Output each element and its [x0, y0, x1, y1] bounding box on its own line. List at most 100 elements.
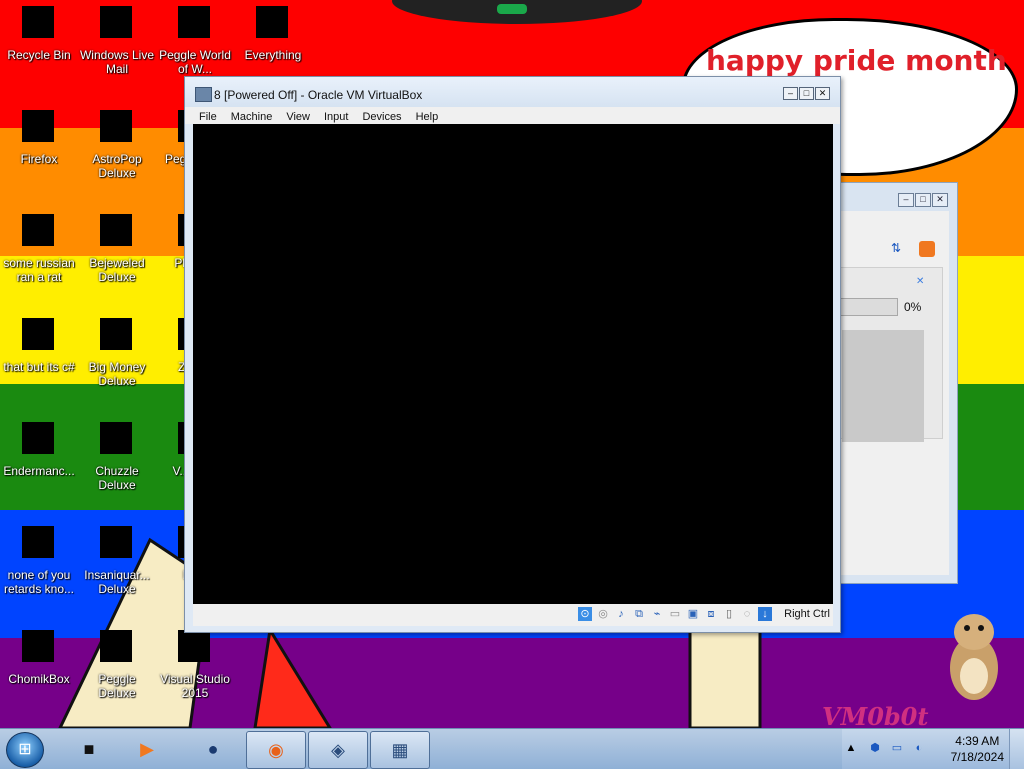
censor-box: [178, 630, 210, 662]
bluetooth-icon[interactable]: ⬢: [868, 741, 882, 755]
usb-icon[interactable]: ⌁: [650, 607, 664, 621]
start-button[interactable]: ⊞: [6, 732, 44, 768]
desktop-icon[interactable]: that but its c#: [0, 318, 78, 374]
virtualbox-icon: ◈: [331, 740, 345, 760]
chuzzle-icon: [100, 422, 134, 456]
desktop-icon[interactable]: Insaniquar... Deluxe: [78, 526, 156, 596]
censor-box: [100, 318, 132, 350]
taskbar-item-app1[interactable]: ■: [60, 731, 118, 767]
minimize-icon[interactable]: –: [783, 87, 798, 100]
desktop-icon[interactable]: Chuzzle Deluxe: [78, 422, 156, 492]
preview-area: [842, 330, 924, 442]
desktop-icon-label: Everything: [244, 48, 302, 62]
desktop-icon[interactable]: Visual Studio 2015: [156, 630, 234, 700]
desktop-icon[interactable]: Endermanc...: [0, 422, 78, 478]
desktop-icon[interactable]: Peggle World of W...: [156, 6, 234, 76]
firefox-icon: [22, 110, 56, 144]
peggle-icon: [178, 6, 212, 40]
taskbar-item-media[interactable]: ▶: [118, 731, 176, 767]
desktop-icon[interactable]: Firefox: [0, 110, 78, 166]
terminal-icon: [22, 422, 56, 456]
desktop-icon-label: AstroPop Deluxe: [92, 152, 142, 180]
taskbar-item-firefox[interactable]: ◉: [246, 731, 306, 769]
taskbar-item-vm[interactable]: ▦: [370, 731, 430, 769]
speech-bubble-text: happy pride month: [706, 44, 1007, 77]
censor-box: [22, 318, 54, 350]
cpu-icon[interactable]: ▯: [722, 607, 736, 621]
close-icon[interactable]: ✕: [815, 87, 830, 100]
watermark-text: VM0b0t: [822, 702, 929, 731]
desktop-icon-label: Firefox: [20, 152, 58, 166]
volume-icon[interactable]: ◐: [912, 741, 926, 755]
taskbar-item-virtualbox[interactable]: ◈: [308, 731, 368, 769]
desktop-icon-label: Peggle Deluxe: [98, 672, 136, 700]
host-key-arrow-icon[interactable]: ↓: [758, 607, 772, 621]
desktop-icon[interactable]: none of you retards kno...: [0, 526, 78, 596]
desktop-icon[interactable]: AstroPop Deluxe: [78, 110, 156, 180]
desktop-icon[interactable]: Big Money Deluxe: [78, 318, 156, 388]
display-icon[interactable]: ▣: [686, 607, 700, 621]
desktop-icon[interactable]: some russian ran a rat: [0, 214, 78, 284]
show-desktop-button[interactable]: [1009, 729, 1024, 769]
minimize-icon[interactable]: –: [898, 193, 914, 207]
desktop-icon[interactable]: Recycle Bin: [0, 6, 78, 62]
show-hidden-icons-icon[interactable]: ▲: [844, 741, 858, 755]
desktop-icon-label: Endermanc...: [3, 464, 75, 478]
censor-box: [22, 6, 54, 38]
taskbar: ⊞ ■ ▶ ● ◉ ◈ ▦ ▲ ⬢ ▭ ◐ 4:39 AM 7/18/2024: [0, 728, 1024, 769]
progress-bar: [836, 298, 898, 316]
media-player-icon: ▶: [140, 739, 154, 759]
optical-drive-icon[interactable]: ◎: [596, 607, 610, 621]
maximize-icon[interactable]: □: [799, 87, 814, 100]
desktop-icon-label: Insaniquar... Deluxe: [84, 568, 150, 596]
recycle-bin-icon: [22, 6, 56, 40]
hard-disk-icon[interactable]: ⊙: [578, 607, 592, 621]
host-key-label: Right Ctrl: [784, 608, 830, 620]
network-tray-icon[interactable]: ▭: [890, 741, 904, 755]
windows-icon: [22, 318, 56, 352]
hamster-image: [950, 614, 998, 700]
desktop-icon[interactable]: Windows Live Mail: [78, 6, 156, 76]
shared-folders-icon[interactable]: ▭: [668, 607, 682, 621]
censor-box: [22, 630, 54, 662]
desktop-icon[interactable]: Everything: [234, 6, 312, 62]
window-titlebar[interactable]: 8 [Powered Off] - Oracle VM VirtualBox –…: [185, 77, 840, 107]
black-box-icon: ■: [83, 739, 95, 759]
desktop-icon[interactable]: Peggle Deluxe: [78, 630, 156, 700]
desktop-icon-label: Peggle World of W...: [159, 48, 231, 76]
censor-box: [100, 214, 132, 246]
desktop-icon-label: none of you retards kno...: [3, 568, 75, 596]
progress-panel: ✕ 0%: [835, 267, 943, 442]
cancel-icon[interactable]: ✕: [916, 276, 924, 287]
desktop-icon[interactable]: Bejeweled Deluxe: [78, 214, 156, 284]
cartoon-eye-shape: [497, 4, 527, 14]
desktop-icon-label: ChomikBox: [8, 672, 70, 686]
mouse-integration-icon[interactable]: ◌: [740, 607, 754, 621]
menu-bar: File Machine View Input Devices Help: [185, 107, 840, 124]
desktop-icon-label: Chuzzle Deluxe: [95, 464, 139, 492]
progress-percent: 0%: [904, 300, 922, 314]
fish-icon: [100, 526, 134, 560]
money-bag-icon: [100, 318, 134, 352]
taskbar-item-globe[interactable]: ●: [184, 731, 242, 767]
vm-window-icon: ▦: [391, 740, 409, 760]
network-icon[interactable]: ⧉: [632, 607, 646, 621]
vm-display[interactable]: [193, 124, 833, 604]
clock[interactable]: 4:39 AM 7/18/2024: [951, 733, 1004, 765]
maximize-icon[interactable]: □: [915, 193, 931, 207]
virtualbox-window[interactable]: 8 [Powered Off] - Oracle VM VirtualBox –…: [184, 76, 841, 633]
audio-icon[interactable]: ♪: [614, 607, 628, 621]
censor-box: [100, 630, 132, 662]
clock-time: 4:39 AM: [955, 734, 1000, 748]
close-icon[interactable]: ✕: [932, 193, 948, 207]
background-window[interactable]: – □ ✕ ⇅ ✕ 0%: [834, 182, 958, 584]
desktop-icon[interactable]: ChomikBox: [0, 630, 78, 686]
censor-box: [100, 6, 132, 38]
recording-icon[interactable]: ⧈: [704, 607, 718, 621]
system-tray: ▲ ⬢ ▭ ◐ 4:39 AM 7/18/2024: [842, 729, 1024, 769]
censor-box: [22, 526, 54, 558]
refresh-icon[interactable]: [919, 241, 935, 257]
chomikbox-icon: [22, 630, 56, 664]
desktop-icon-label: Big Money Deluxe: [88, 360, 146, 388]
sort-icon[interactable]: ⇅: [891, 241, 905, 255]
